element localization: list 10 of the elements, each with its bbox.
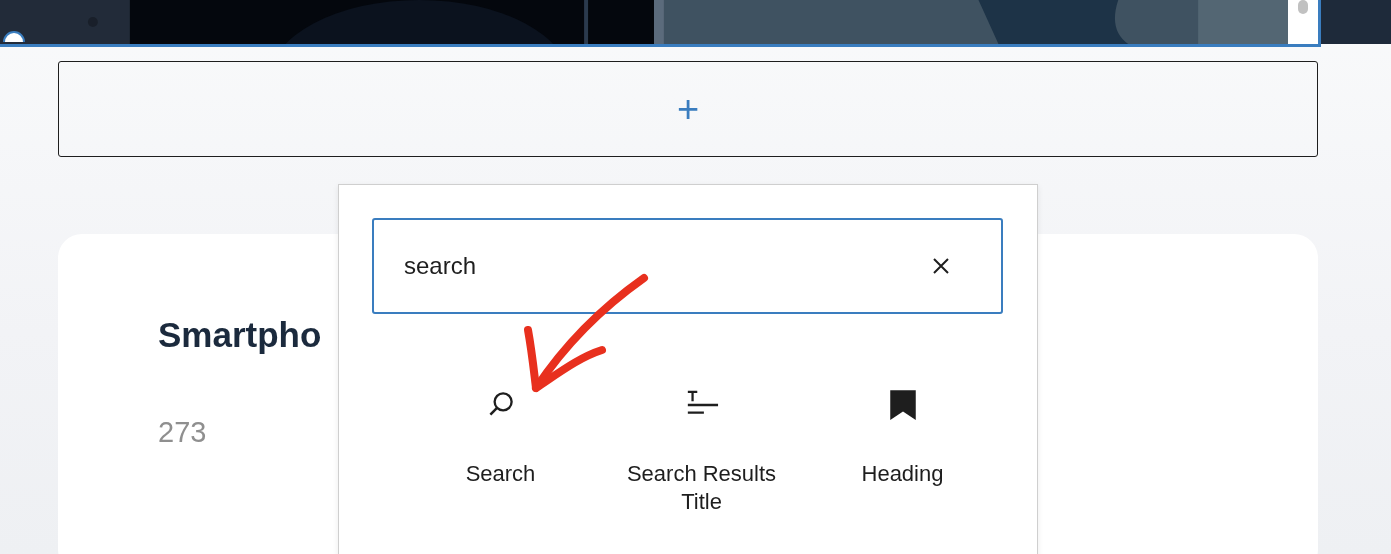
- card-count: 273: [158, 416, 208, 449]
- block-option[interactable]: Search: [400, 388, 601, 516]
- add-block-button[interactable]: +: [58, 61, 1318, 157]
- block-option[interactable]: Search Results Title: [601, 388, 802, 516]
- close-icon[interactable]: [931, 256, 951, 276]
- scrollbar[interactable]: [1288, 0, 1318, 44]
- block-option[interactable]: Heading: [802, 388, 1003, 516]
- search-field[interactable]: search: [372, 218, 1003, 314]
- panel-background: [1321, 0, 1391, 44]
- card-title: Smartpho: [158, 314, 323, 356]
